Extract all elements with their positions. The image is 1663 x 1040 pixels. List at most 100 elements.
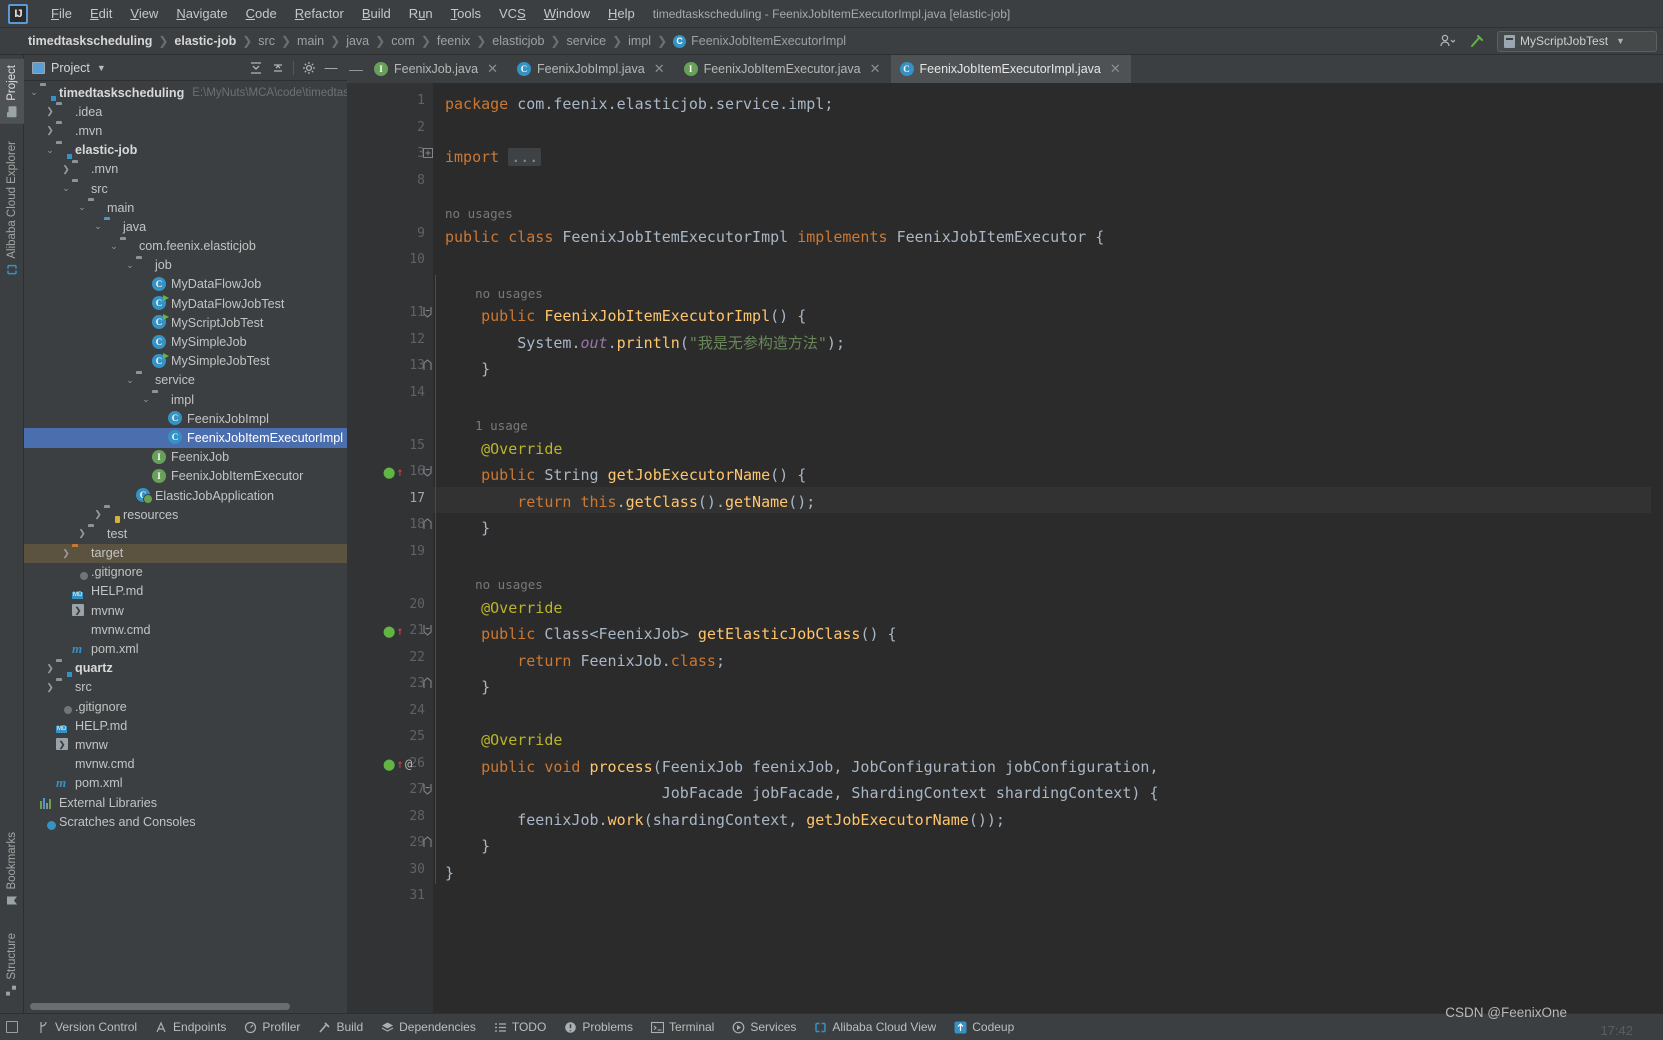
tree-item[interactable]: ❯ .mvn	[24, 121, 347, 140]
tree-item[interactable]: ⌄ java	[24, 217, 347, 236]
code-line[interactable]: package com.feenix.elasticjob.service.im…	[433, 91, 833, 118]
chevron-down-icon[interactable]: ⌄	[76, 202, 88, 213]
tree-item[interactable]: External Libraries	[24, 793, 347, 812]
editor-tab-feenixjobitemexecutorimpl[interactable]: C FeenixJobItemExecutorImpl.java ✕	[890, 55, 1131, 83]
tool-window-structure[interactable]: Structure	[0, 927, 24, 1003]
tree-item[interactable]: ⌄ main	[24, 198, 347, 217]
code-fold-icon[interactable]	[423, 359, 432, 374]
status-bar-todo[interactable]: TODO	[485, 1018, 555, 1036]
breadcrumb-item-java[interactable]: java	[346, 34, 369, 48]
chevron-right-icon[interactable]: ❯	[92, 509, 104, 520]
status-bar-terminal[interactable]: Terminal	[642, 1018, 723, 1036]
tree-item[interactable]: C MyScriptJobTest	[24, 313, 347, 332]
code-line[interactable]: import ...	[433, 144, 542, 171]
editor-tab-feenixjobitemexecutor[interactable]: I FeenixJobItemExecutor.java ✕	[675, 55, 891, 83]
expand-imports-icon[interactable]	[423, 148, 433, 161]
chevron-right-icon[interactable]: ❯	[44, 663, 56, 674]
tabs-collapse-icon[interactable]: —	[347, 55, 365, 83]
tree-item[interactable]: C FeenixJobImpl	[24, 409, 347, 428]
chevron-down-icon[interactable]: ⌄	[44, 145, 56, 156]
code-line[interactable]: @Override	[433, 595, 562, 622]
editor-tab-feenixjob[interactable]: I FeenixJob.java ✕	[365, 55, 508, 83]
tree-item[interactable]: C MySimpleJob	[24, 332, 347, 351]
tree-item[interactable]: ⌄ src	[24, 179, 347, 198]
annotation-gutter-icon[interactable]: @	[405, 757, 412, 771]
breadcrumb-item-impl[interactable]: impl	[628, 34, 651, 48]
tree-item[interactable]: HELP.md	[24, 582, 347, 601]
chevron-right-icon[interactable]: ❯	[44, 125, 56, 136]
code-fold-icon[interactable]	[423, 306, 432, 321]
tree-item[interactable]: C MyDataFlowJob	[24, 275, 347, 294]
close-icon[interactable]: ✕	[654, 61, 665, 77]
status-bar-version-control[interactable]: Version Control	[28, 1018, 146, 1036]
tree-item[interactable]: C MySimpleJobTest	[24, 352, 347, 371]
chevron-down-icon[interactable]: ▼	[97, 63, 106, 73]
code-fold-icon[interactable]	[423, 677, 432, 692]
tree-item[interactable]: ❯ test	[24, 524, 347, 543]
breadcrumb-item-feenixjobitemexecutorimpl[interactable]: C FeenixJobItemExecutorImpl	[673, 34, 846, 48]
tree-item[interactable]: ❯ src	[24, 678, 347, 697]
status-bar-codeup[interactable]: Codeup	[945, 1018, 1023, 1036]
breadcrumb-item-src[interactable]: src	[258, 34, 275, 48]
code-line[interactable]: System.out.println("我是无参构造方法");	[433, 330, 845, 357]
menu-file[interactable]: File	[42, 3, 81, 24]
menu-code[interactable]: Code	[237, 3, 286, 24]
tree-item-selected[interactable]: C FeenixJobItemExecutorImpl	[24, 428, 347, 448]
tree-item[interactable]: ⌄ service	[24, 371, 347, 390]
breadcrumb-item-main[interactable]: main	[297, 34, 324, 48]
breadcrumb-item-service[interactable]: service	[566, 34, 606, 48]
project-tree-hscrollbar[interactable]	[24, 1001, 347, 1013]
code-line[interactable]: feenixJob.work(shardingContext, getJobEx…	[433, 807, 1005, 834]
chevron-down-icon[interactable]: ⌄	[60, 183, 72, 194]
collapse-all-icon[interactable]	[268, 58, 288, 78]
close-icon[interactable]: ✕	[1110, 61, 1121, 77]
menu-vcs[interactable]: VCS	[490, 3, 535, 24]
status-bar-profiler[interactable]: Profiler	[235, 1018, 309, 1036]
build-hammer-icon[interactable]	[1467, 31, 1487, 51]
chevron-right-icon[interactable]: ❯	[76, 528, 88, 539]
tree-item[interactable]: Scratches and Consoles	[24, 812, 347, 831]
chevron-down-icon[interactable]: ⌄	[28, 87, 40, 98]
status-bar-services[interactable]: Services	[723, 1018, 805, 1036]
code-line[interactable]: }	[433, 674, 490, 701]
run-configuration-selector[interactable]: MyScriptJobTest ▼	[1497, 30, 1657, 52]
toolwindow-toggle-button[interactable]	[0, 1013, 24, 1040]
menu-help[interactable]: Help	[599, 3, 644, 24]
status-bar-alibaba-cloud-view[interactable]: Alibaba Cloud View	[805, 1018, 945, 1036]
chevron-right-icon[interactable]: ❯	[44, 682, 56, 693]
user-avatar-icon[interactable]	[1437, 31, 1457, 51]
tree-item[interactable]: HELP.md	[24, 716, 347, 735]
code-line[interactable]: JobFacade jobFacade, ShardingContext sha…	[433, 780, 1159, 807]
tree-item[interactable]: mvnw.cmd	[24, 620, 347, 639]
breadcrumb-item-feenix[interactable]: feenix	[437, 34, 470, 48]
code-fold-icon[interactable]	[423, 624, 432, 639]
tree-item[interactable]: m pom.xml	[24, 774, 347, 793]
menu-tools[interactable]: Tools	[442, 3, 490, 24]
code-line[interactable]: public FeenixJobItemExecutorImpl() {	[433, 303, 806, 330]
tree-item[interactable]: ❯ resources	[24, 505, 347, 524]
menu-view[interactable]: View	[121, 3, 167, 24]
tree-item[interactable]: ❯ .idea	[24, 102, 347, 121]
code-line[interactable]: return FeenixJob.class;	[433, 648, 725, 675]
menu-window[interactable]: Window	[535, 3, 599, 24]
tool-window-alibaba-cloud-explorer[interactable]: Alibaba Cloud Explorer	[0, 135, 24, 282]
expand-all-icon[interactable]	[246, 58, 266, 78]
code-fold-icon[interactable]	[423, 783, 432, 798]
tool-window-project[interactable]: Project	[0, 59, 24, 124]
implementing-method-gutter-icon[interactable]: ⬤↑	[383, 465, 404, 479]
close-icon[interactable]: ✕	[487, 61, 498, 77]
code-line[interactable]: return this.getClass().getName();	[433, 489, 815, 516]
chevron-right-icon[interactable]: ❯	[60, 164, 72, 175]
menu-navigate[interactable]: Navigate	[167, 3, 236, 24]
tree-item[interactable]: ⌄ timedtaskscheduling E:\MyNuts\MCA\code\t…	[24, 83, 347, 102]
menu-refactor[interactable]: Refactor	[286, 3, 353, 24]
tree-item[interactable]: C ElasticJobApplication	[24, 486, 347, 505]
code-line[interactable]: }	[433, 356, 490, 383]
tree-item[interactable]: I FeenixJob	[24, 448, 347, 467]
tree-item[interactable]: ⌄ impl	[24, 390, 347, 409]
project-tree[interactable]: ⌄ timedtaskscheduling E:\MyNuts\MCA\code\t…	[24, 81, 347, 1001]
menu-edit[interactable]: Edit	[81, 3, 121, 24]
implementing-method-gutter-icon[interactable]: ⬤↑	[383, 757, 404, 771]
chevron-down-icon[interactable]: ⌄	[124, 375, 136, 386]
hide-panel-icon[interactable]: —	[321, 58, 341, 78]
